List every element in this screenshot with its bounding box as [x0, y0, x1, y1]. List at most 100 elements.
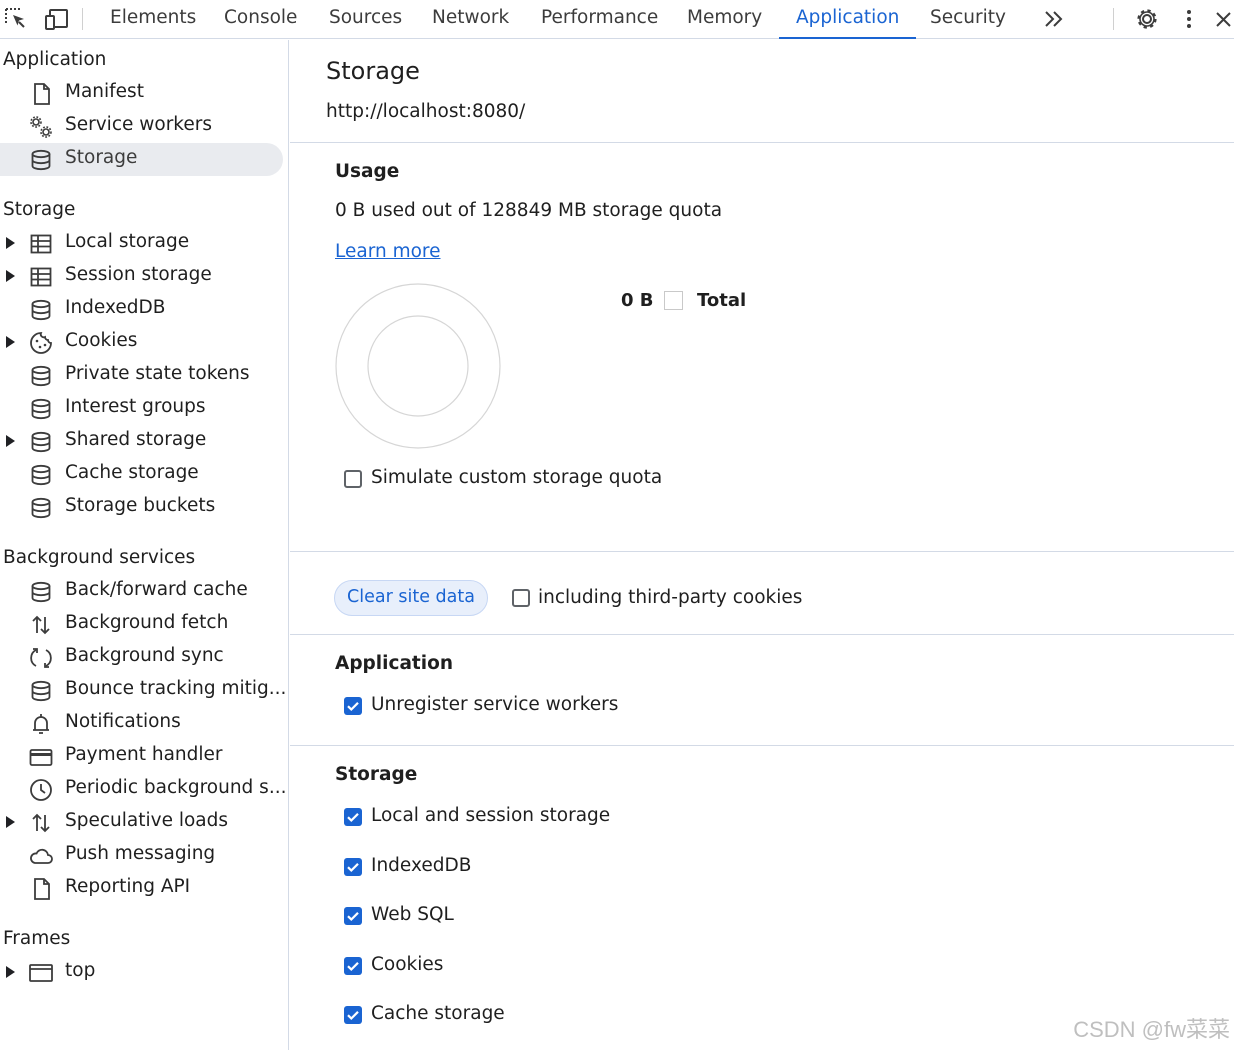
option-checkbox[interactable]	[344, 857, 362, 876]
sidebar-item-back-forward-cache[interactable]: Back/forward cache	[0, 575, 283, 608]
sidebar-item-storage[interactable]: Storage	[0, 143, 283, 176]
tab-memory[interactable]: Memory	[670, 0, 779, 39]
sidebar: Application Manifest Service workers Stora…	[0, 40, 289, 1050]
expand-arrow-icon[interactable]	[6, 336, 15, 348]
learn-more-link[interactable]: Learn more	[335, 241, 441, 262]
sidebar-item-cache-storage[interactable]: Cache storage	[0, 458, 283, 491]
option-label: Web SQL	[371, 904, 454, 925]
option-checkbox[interactable]	[344, 1006, 362, 1024]
sync-icon	[28, 645, 54, 671]
third-party-cookies-label: including third-party cookies	[538, 587, 803, 608]
frame-window-icon	[28, 960, 54, 986]
usage-pie-chart	[335, 283, 501, 449]
simulate-quota-checkbox[interactable]	[344, 470, 362, 488]
sidebar-section-application: Application	[3, 49, 107, 70]
sidebar-item-notifications[interactable]: Notifications	[0, 707, 283, 740]
sidebar-item-interest-groups[interactable]: Interest groups	[0, 392, 283, 425]
tab-sources[interactable]: Sources	[312, 0, 419, 39]
sidebar-item-background-sync[interactable]: Background sync	[0, 641, 283, 674]
expand-arrow-icon[interactable]	[6, 816, 15, 828]
database-icon	[28, 297, 54, 323]
sidebar-item-manifest[interactable]: Manifest	[0, 77, 283, 110]
sidebar-item-label: Speculative loads	[65, 810, 229, 831]
third-party-cookies-checkbox[interactable]	[512, 589, 530, 607]
sidebar-item-push-messaging[interactable]: Push messaging	[0, 839, 283, 872]
sidebar-item-session-storage[interactable]: Session storage	[0, 260, 283, 293]
clear-site-data-button[interactable]: Clear site data	[334, 580, 488, 616]
sidebar-section-frames: Frames	[3, 928, 71, 949]
expand-arrow-icon[interactable]	[6, 270, 15, 282]
sidebar-item-label: Manifest	[65, 81, 144, 102]
sidebar-item-label: Background fetch	[65, 612, 229, 633]
option-checkbox[interactable]	[344, 697, 362, 715]
option-label: IndexedDB	[371, 854, 472, 876]
device-toolbar-icon[interactable]	[44, 6, 70, 32]
sidebar-item-label: Local storage	[65, 231, 190, 252]
sidebar-item-bounce-tracking-mitig[interactable]: Bounce tracking mitig...	[0, 674, 287, 707]
tab-performance[interactable]: Performance	[524, 0, 675, 39]
sidebar-item-cookies[interactable]: Cookies	[0, 326, 283, 359]
sidebar-item-label: Back/forward cache	[65, 579, 248, 600]
sidebar-item-label: Periodic background s...	[65, 777, 287, 798]
sidebar-item-label: Payment handler	[65, 744, 223, 765]
sidebar-item-label: Bounce tracking mitig...	[65, 678, 287, 699]
sidebar-section-storage: Storage	[3, 199, 76, 220]
option-label: Local and session storage	[371, 805, 611, 826]
expand-arrow-icon[interactable]	[6, 966, 15, 978]
tab-elements[interactable]: Elements	[93, 0, 213, 39]
sidebar-item-label: Service workers	[65, 114, 212, 135]
sidebar-section-background-services: Background services	[3, 547, 196, 568]
sidebar-item-local-storage[interactable]: Local storage	[0, 227, 283, 260]
sidebar-item-speculative-loads[interactable]: Speculative loads	[0, 806, 283, 839]
tab-console[interactable]: Console	[207, 0, 314, 39]
origin-url: http://localhost:8080/	[326, 101, 526, 122]
tab-security[interactable]: Security	[913, 0, 1023, 39]
sidebar-item-service-workers[interactable]: Service workers	[0, 110, 283, 143]
sidebar-item-label: Cookies	[65, 330, 138, 351]
option-checkbox[interactable]	[344, 956, 362, 975]
cloud-icon	[28, 843, 54, 869]
gears-icon	[28, 114, 54, 140]
tab-application[interactable]: Application	[779, 0, 917, 39]
database-icon	[28, 147, 54, 173]
bell-icon	[28, 711, 54, 737]
toolbar-divider	[1113, 8, 1114, 30]
sidebar-item-label: Reporting API	[65, 876, 191, 897]
inspect-element-icon[interactable]	[3, 6, 29, 32]
sidebar-item-shared-storage[interactable]: Shared storage	[0, 425, 283, 458]
sidebar-item-storage-buckets[interactable]: Storage buckets	[0, 491, 283, 524]
table-icon	[28, 231, 54, 257]
sidebar-item-label: top	[65, 960, 96, 981]
expand-arrow-icon[interactable]	[6, 435, 15, 447]
table-icon	[28, 264, 54, 290]
simulate-quota-label: Simulate custom storage quota	[371, 467, 663, 488]
settings-gear-icon[interactable]	[1134, 6, 1160, 32]
divider	[290, 142, 1234, 143]
sidebar-item-indexeddb[interactable]: IndexedDB	[0, 293, 283, 326]
divider	[290, 551, 1234, 552]
tab-network[interactable]: Network	[415, 0, 526, 39]
divider	[290, 745, 1234, 746]
database-icon	[28, 429, 54, 455]
sidebar-item-background-fetch[interactable]: Background fetch	[0, 608, 283, 641]
sidebar-item-label: Storage	[65, 147, 138, 168]
usage-heading: Usage	[335, 161, 400, 182]
credit-card-icon	[28, 744, 54, 770]
sidebar-item-label: Cache storage	[65, 462, 199, 483]
option-checkbox[interactable]	[344, 808, 362, 826]
sidebar-item-label: Storage buckets	[65, 495, 216, 516]
up-down-arrows-icon	[28, 810, 54, 836]
kebab-menu-icon[interactable]	[1176, 6, 1202, 32]
more-tabs-icon[interactable]	[1041, 6, 1067, 32]
close-icon[interactable]	[1212, 6, 1234, 32]
sidebar-item-label: Background sync	[65, 645, 224, 666]
database-icon	[28, 495, 54, 521]
sidebar-item-private-state-tokens[interactable]: Private state tokens	[0, 359, 283, 392]
sidebar-item-top[interactable]: top	[0, 956, 283, 989]
sidebar-item-payment-handler[interactable]: Payment handler	[0, 740, 283, 773]
document-icon	[28, 876, 54, 902]
sidebar-item-periodic-background-s[interactable]: Periodic background s...	[0, 773, 287, 806]
option-checkbox[interactable]	[344, 907, 362, 925]
expand-arrow-icon[interactable]	[6, 237, 15, 249]
sidebar-item-reporting-api[interactable]: Reporting API	[0, 872, 283, 905]
